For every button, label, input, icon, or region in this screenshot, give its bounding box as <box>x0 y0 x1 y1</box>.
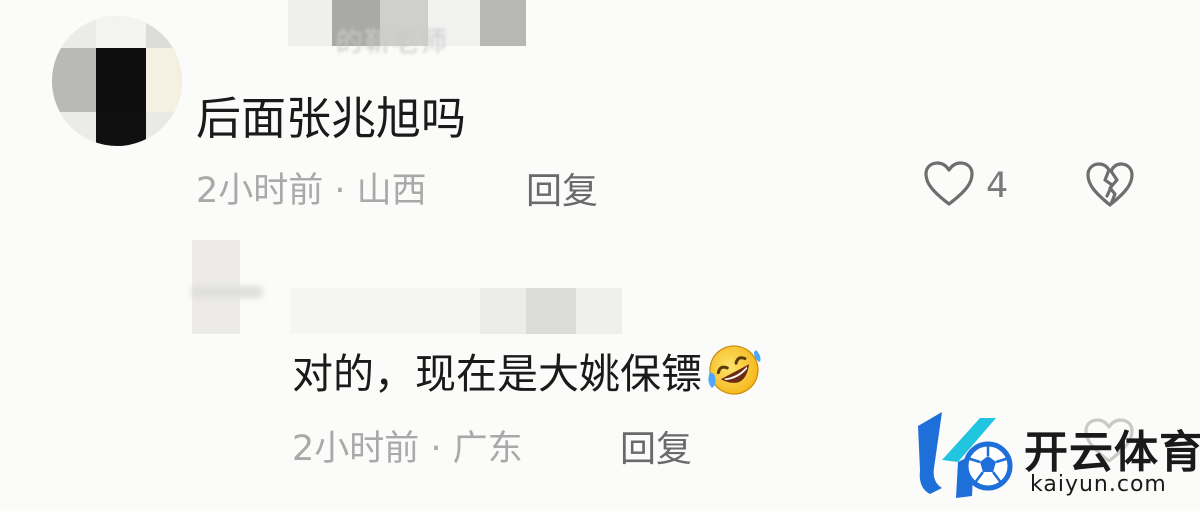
heart-outline-icon <box>922 159 976 213</box>
brand-watermark: 开云体育 kaiyun.com <box>912 404 1200 504</box>
reply-comment-text: 对的，现在是大姚保镖 <box>292 340 764 408</box>
kaiyun-logo-icon <box>912 408 1024 508</box>
brand-name-cn: 开云体育 <box>1024 427 1200 478</box>
commenter-name-blurred[interactable]: 的靳老师 <box>288 0 558 58</box>
rolling-on-floor-laughing-emoji <box>704 342 764 408</box>
commenter-name-text: 的靳老师 <box>336 27 448 58</box>
dislike-button[interactable] <box>1084 160 1136 214</box>
avatar[interactable] <box>52 16 182 146</box>
comment-time-location: 2小时前 · 广东 <box>292 429 523 469</box>
reply-button[interactable]: 回复 <box>620 420 692 472</box>
comment-text: 后面张兆旭吗 <box>196 92 467 145</box>
brand-domain: kaiyun.com <box>1030 472 1167 497</box>
like-button[interactable]: 4 <box>922 160 1008 212</box>
like-count: 4 <box>986 166 1009 206</box>
comment-time-location: 2小时前 · 山西 <box>196 171 427 211</box>
reply-button[interactable]: 回复 <box>526 162 598 214</box>
commenter-name-blurred[interactable] <box>290 288 630 336</box>
broken-heart-icon <box>1084 162 1136 214</box>
avatar-shadow <box>192 286 262 298</box>
reply-comment-body: 对的，现在是大姚保镖 <box>292 350 702 398</box>
